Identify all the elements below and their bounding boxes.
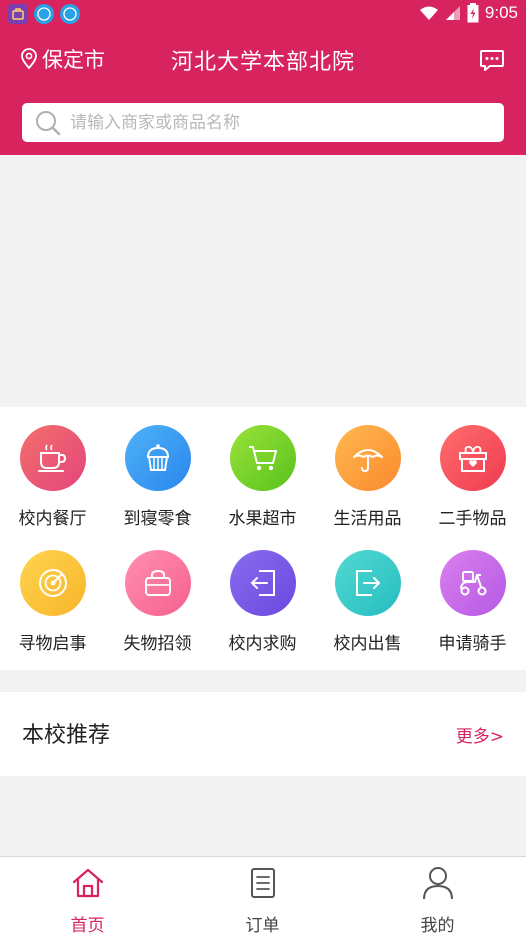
category-label: 校内出售 (333, 634, 402, 654)
tab-label: 订单 (245, 916, 280, 936)
tab-home[interactable]: 首页 (0, 857, 175, 936)
category-label: 校内求购 (228, 634, 297, 654)
category-label: 寻物启事 (18, 634, 87, 654)
coffee-cup-icon (37, 444, 66, 472)
notification-app-icon (8, 4, 28, 24)
umbrella-icon (352, 449, 383, 473)
category-label: 到寝零食 (123, 509, 192, 529)
recommend-title: 本校推荐 (22, 723, 111, 748)
tab-label: 首页 (70, 916, 105, 936)
signal-icon (445, 6, 460, 20)
notification-app-icon (34, 4, 54, 24)
search-icon (36, 110, 61, 135)
radar-icon (38, 569, 67, 597)
category-grid: 校内餐厅 到寝零食 水果超市 生活用品 二手物品 寻物启事 失物招领 校内求购 … (0, 407, 526, 670)
user-icon (422, 867, 453, 900)
more-link[interactable]: 更多> (456, 722, 504, 747)
cupcake-icon (146, 444, 169, 471)
home-icon (72, 868, 103, 898)
shopping-cart-icon (248, 446, 277, 471)
search-bar[interactable] (22, 103, 504, 142)
category-dorm-snacks[interactable]: 到寝零食 (105, 425, 210, 529)
search-input[interactable] (70, 112, 490, 133)
notification-app-icon (60, 4, 80, 24)
status-bar: 9:05 (0, 0, 526, 30)
tab-label: 我的 (420, 916, 455, 936)
arrow-in-icon (250, 570, 275, 596)
category-campus-buy[interactable]: 校内求购 (210, 550, 315, 654)
battery-icon (467, 3, 479, 23)
category-label: 水果超市 (228, 509, 297, 529)
category-campus-canteen[interactable]: 校内餐厅 (0, 425, 105, 529)
order-list-icon (250, 868, 275, 898)
recommend-section: 本校推荐 更多> (0, 692, 526, 776)
gift-box-icon (458, 445, 487, 472)
page-title: 河北大学本部北院 (170, 50, 355, 75)
category-label: 二手物品 (438, 509, 507, 529)
category-daily-goods[interactable]: 生活用品 (315, 425, 420, 529)
arrow-out-icon (355, 570, 380, 596)
category-lost-notice[interactable]: 寻物启事 (0, 550, 105, 654)
category-label: 生活用品 (333, 509, 402, 529)
wifi-icon (419, 6, 438, 20)
category-found-items[interactable]: 失物招领 (105, 550, 210, 654)
category-fruit-market[interactable]: 水果超市 (210, 425, 315, 529)
category-label: 校内餐厅 (18, 509, 87, 529)
category-label: 申请骑手 (438, 634, 507, 654)
handbag-icon (144, 569, 171, 596)
category-label: 失物招领 (123, 634, 192, 654)
category-second-hand[interactable]: 二手物品 (420, 425, 525, 529)
banner-area (0, 155, 526, 407)
category-campus-sell[interactable]: 校内出售 (315, 550, 420, 654)
status-time: 9:05 (484, 3, 518, 22)
tab-mine[interactable]: 我的 (350, 857, 525, 936)
category-apply-rider[interactable]: 申请骑手 (420, 550, 525, 654)
header: 保定市 河北大学本部北院 (0, 30, 526, 155)
scooter-icon (459, 571, 486, 596)
tab-orders[interactable]: 订单 (175, 857, 350, 936)
message-icon[interactable] (478, 46, 506, 74)
bottom-tab-bar: 首页 订单 我的 (0, 856, 526, 936)
